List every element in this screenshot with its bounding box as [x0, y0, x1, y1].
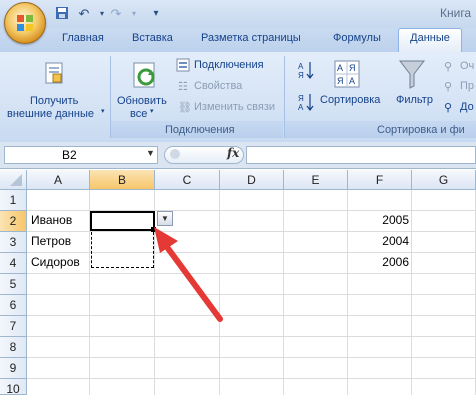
- column-header-e[interactable]: E: [284, 170, 348, 190]
- properties-icon: ☷: [178, 81, 188, 93]
- reapply-button[interactable]: Пр: [460, 80, 474, 92]
- gridline: [27, 273, 476, 274]
- cell-f3[interactable]: 2004: [348, 231, 409, 252]
- get-external-label-1: Получить: [30, 95, 79, 107]
- redo-icon[interactable]: ↷: [108, 6, 124, 22]
- column-header-g[interactable]: G: [412, 170, 476, 190]
- name-box-dropdown-icon[interactable]: ▼: [146, 148, 155, 158]
- refresh-all-label-1: Обновить: [117, 95, 167, 107]
- filter-icon: [398, 58, 426, 90]
- annotation-arrow-icon: [154, 227, 223, 322]
- office-button[interactable]: [4, 2, 46, 44]
- svg-text:Я: Я: [349, 63, 356, 73]
- office-logo-icon: [17, 15, 33, 31]
- get-external-label-2: внешние данные: [7, 108, 94, 120]
- tab-data[interactable]: Данные: [398, 28, 462, 52]
- tab-data-label: Данные: [410, 32, 450, 44]
- row-header-8[interactable]: 8: [0, 337, 27, 358]
- gridline: [27, 315, 476, 316]
- formula-circle-icon: [170, 149, 180, 159]
- filter-button[interactable]: Фильтр: [396, 94, 433, 106]
- sort-filter-group-label: Сортировка и фи: [377, 124, 465, 136]
- svg-text:Я: Я: [298, 94, 304, 103]
- row-header-7[interactable]: 7: [0, 316, 27, 337]
- name-box[interactable]: [4, 146, 158, 164]
- tab-home[interactable]: Главная: [62, 32, 104, 44]
- sort-az-icon[interactable]: АЯ: [298, 60, 314, 80]
- connections-button[interactable]: Подключения: [194, 59, 264, 71]
- tab-insert[interactable]: Вставка: [132, 32, 173, 44]
- column-header-f[interactable]: F: [348, 170, 412, 190]
- gridline: [283, 190, 284, 395]
- cell-a4[interactable]: Сидоров: [31, 252, 80, 273]
- cell-f2[interactable]: 2005: [348, 210, 409, 231]
- advanced-filter-button[interactable]: До: [460, 101, 474, 113]
- external-data-icon: [40, 60, 68, 88]
- sort-dialog-icon: АЯЯА: [334, 60, 360, 88]
- save-icon[interactable]: [54, 6, 70, 22]
- row-header-9[interactable]: 9: [0, 358, 27, 379]
- refresh-all-label-2: все: [130, 108, 148, 120]
- window-title: Книга: [440, 6, 472, 20]
- undo-icon[interactable]: ↶: [76, 6, 92, 22]
- insert-function-button[interactable]: fx: [227, 146, 239, 160]
- tab-formulas[interactable]: Формулы: [333, 32, 381, 44]
- gridline: [411, 190, 412, 395]
- worksheet-grid[interactable]: [0, 170, 476, 395]
- connections-icon: [176, 58, 190, 72]
- row-header-3[interactable]: 3: [0, 232, 27, 253]
- row-header-1[interactable]: 1: [0, 190, 27, 211]
- connections-group-label: Подключения: [165, 124, 235, 136]
- svg-text:Я: Я: [337, 76, 344, 86]
- row-header-6[interactable]: 6: [0, 295, 27, 316]
- sort-za-icon[interactable]: ЯА: [298, 92, 314, 112]
- column-header-d[interactable]: D: [220, 170, 284, 190]
- get-external-dropdown-icon: ▾: [101, 108, 105, 115]
- refresh-icon: [130, 60, 160, 90]
- gridline: [27, 378, 476, 379]
- advanced-filter-icon: ⚲: [444, 102, 453, 114]
- reapply-icon: ⚲: [444, 81, 453, 93]
- gridline: [27, 294, 476, 295]
- gridline: [27, 336, 476, 337]
- svg-text:А: А: [349, 76, 355, 86]
- column-header-b[interactable]: B: [90, 170, 155, 190]
- gridline: [27, 357, 476, 358]
- name-box-value: B2: [62, 148, 77, 162]
- formula-input[interactable]: [246, 146, 476, 164]
- cell-f4[interactable]: 2006: [348, 252, 409, 273]
- row-header-2[interactable]: 2: [0, 211, 27, 232]
- tab-page-layout[interactable]: Разметка страницы: [201, 32, 301, 44]
- refresh-dropdown-icon: ▾: [150, 108, 154, 115]
- svg-text:А: А: [337, 63, 343, 73]
- edit-links-icon: ⛓: [178, 102, 192, 114]
- title-bar: [0, 0, 476, 28]
- clear-filter-button[interactable]: Оч: [460, 60, 474, 72]
- row-header-4[interactable]: 4: [0, 253, 27, 274]
- customize-qat-icon[interactable]: ▾: [148, 6, 164, 22]
- select-all-corner[interactable]: [0, 170, 27, 190]
- svg-text:А: А: [298, 103, 304, 112]
- svg-text:Я: Я: [298, 71, 304, 80]
- cell-a3[interactable]: Петров: [31, 231, 71, 252]
- row-header-5[interactable]: 5: [0, 274, 27, 295]
- row-header-10[interactable]: 10: [0, 379, 27, 396]
- sort-button[interactable]: Сортировка: [320, 94, 380, 106]
- edit-links-button[interactable]: Изменить связи: [194, 101, 275, 113]
- clear-filter-icon: ⚲: [444, 61, 453, 73]
- cell-a2[interactable]: Иванов: [31, 210, 72, 231]
- column-header-a[interactable]: A: [27, 170, 90, 190]
- properties-button[interactable]: Свойства: [194, 80, 242, 92]
- column-header-c[interactable]: C: [155, 170, 220, 190]
- svg-text:А: А: [298, 62, 304, 71]
- redo-dropdown-icon[interactable]: ▾: [126, 6, 142, 22]
